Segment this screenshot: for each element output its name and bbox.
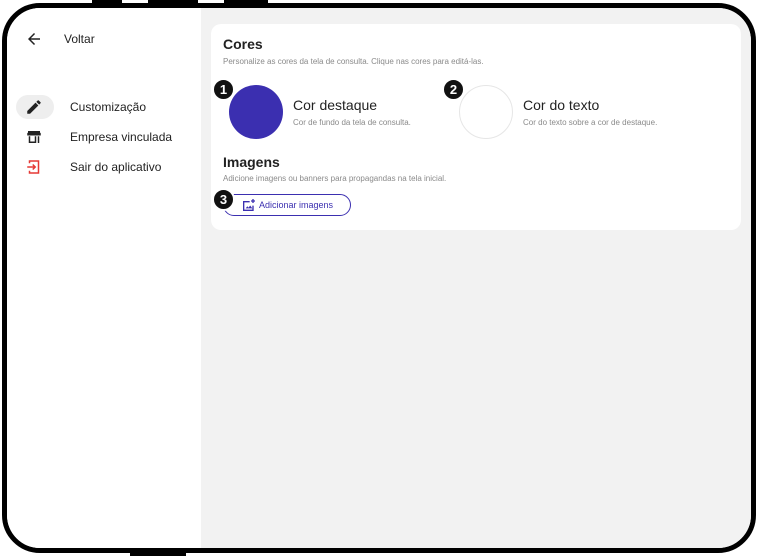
accent-color-picker[interactable]: Cor destaque Cor de fundo da tela de con… [229, 85, 411, 139]
add-images-label: Adicionar imagens [258, 200, 334, 210]
store-icon [24, 127, 44, 147]
arrow-left-icon [28, 33, 40, 45]
back-label: Voltar [64, 32, 95, 46]
accent-color-name: Cor destaque [293, 97, 378, 113]
sidebar-item-customizacao[interactable]: Customização [16, 95, 192, 119]
device-button [92, 0, 122, 4]
sidebar-item-empresa-vinculada[interactable]: Empresa vinculada [16, 125, 192, 149]
pencil-icon [24, 97, 44, 117]
text-color-name: Cor do texto [523, 97, 600, 113]
sidebar: Voltar Customização Empresa vinculada Sa… [7, 8, 201, 548]
device-frame: Voltar Customização Empresa vinculada Sa… [2, 3, 756, 553]
device-button [148, 0, 198, 4]
device-button [224, 0, 268, 4]
accent-color-swatch[interactable] [229, 85, 283, 139]
text-color-swatch[interactable] [459, 85, 513, 139]
main-content: Cores Personalize as cores da tela de co… [201, 8, 751, 548]
sidebar-item-label: Sair do aplicativo [70, 160, 162, 174]
accent-color-desc: Cor de fundo da tela de consulta. [293, 118, 411, 127]
cores-subtitle: Personalize as cores da tela de consulta… [223, 57, 484, 66]
text-color-picker[interactable]: Cor do texto Cor do texto sobre a cor de… [459, 85, 657, 139]
add-images-button[interactable]: Adicionar imagens [223, 194, 351, 216]
text-color-desc: Cor do texto sobre a cor de destaque. [523, 118, 658, 127]
cores-title: Cores [223, 36, 263, 52]
logout-icon [24, 157, 44, 177]
add-photo-icon [242, 199, 255, 211]
sidebar-item-sair[interactable]: Sair do aplicativo [16, 155, 192, 179]
callout-badge-2: 2 [442, 78, 465, 101]
imagens-title: Imagens [223, 154, 280, 170]
callout-badge-1: 1 [212, 78, 235, 101]
callout-badge-3: 3 [212, 188, 235, 211]
customization-card: Cores Personalize as cores da tela de co… [211, 24, 741, 230]
imagens-subtitle: Adicione imagens ou banners para propaga… [223, 174, 447, 183]
sidebar-item-label: Customização [70, 100, 147, 114]
sidebar-item-label: Empresa vinculada [70, 130, 173, 144]
back-button[interactable]: Voltar [25, 30, 95, 48]
